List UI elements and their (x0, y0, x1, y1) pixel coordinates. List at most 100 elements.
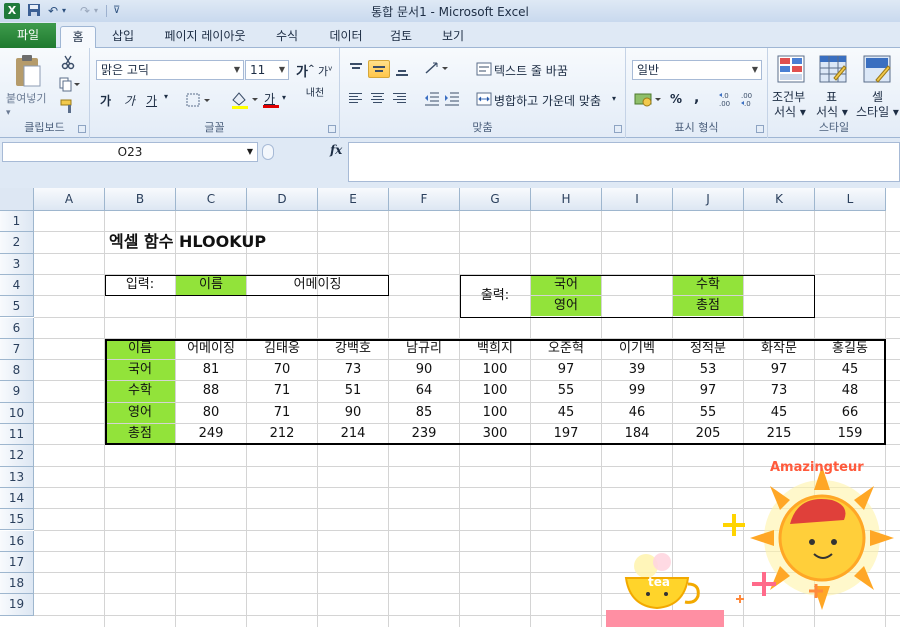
table-cell[interactable]: 64 (389, 381, 459, 401)
column-header-d[interactable]: D (247, 188, 318, 211)
output-key-total[interactable]: 총점 (673, 296, 743, 317)
merge-center-button[interactable]: 병합하고 가운데 맞춤 (494, 92, 601, 109)
table-cell[interactable]: 97 (673, 381, 743, 401)
table-cell[interactable]: 97 (531, 360, 601, 380)
align-left-icon[interactable] (348, 92, 364, 106)
table-cell[interactable]: 55 (673, 403, 743, 423)
tab-formulas[interactable]: 수식 (272, 26, 302, 48)
row-header-17[interactable]: 17 (0, 551, 34, 574)
column-header-g[interactable]: G (460, 188, 531, 211)
clipboard-launcher-icon[interactable] (78, 125, 86, 133)
copy-icon[interactable] (58, 76, 80, 95)
row-header-14[interactable]: 14 (0, 487, 34, 510)
paste-dropdown-icon[interactable]: ▾ (6, 108, 11, 118)
table-header-name[interactable]: 오준혁 (531, 339, 601, 359)
row-header-1[interactable]: 1 (0, 211, 34, 233)
table-header-name[interactable]: 이기벡 (602, 339, 672, 359)
row-header-9[interactable]: 9 (0, 381, 34, 403)
paste-button[interactable]: 붙여넣기 (6, 90, 46, 106)
format-painter-icon[interactable] (60, 98, 76, 117)
underline-button[interactable]: 가 (146, 92, 157, 109)
tab-file[interactable]: 파일 (0, 23, 56, 48)
align-right-icon[interactable] (392, 92, 408, 106)
chevron-down-icon[interactable]: ▾ (612, 94, 616, 103)
table-cell[interactable]: 300 (460, 424, 530, 444)
wrap-text-button[interactable]: 텍스트 줄 바꿈 (494, 62, 568, 79)
table-cell[interactable]: 85 (389, 403, 459, 423)
output-value-korean[interactable] (602, 275, 672, 295)
conditional-format-icon[interactable] (776, 54, 806, 87)
row-header-8[interactable]: 8 (0, 360, 34, 382)
formula-input[interactable] (348, 142, 900, 182)
expand-handle-icon[interactable] (262, 144, 274, 160)
underline-dropdown-icon[interactable]: ▾ (164, 92, 168, 101)
row-header-5[interactable]: 5 (0, 296, 34, 318)
format-table-icon[interactable] (818, 54, 848, 87)
table-cell[interactable]: 48 (815, 381, 885, 401)
table-cell[interactable]: 214 (318, 424, 388, 444)
table-row-label[interactable]: 영어 (105, 402, 175, 423)
table-cell[interactable]: 212 (247, 424, 317, 444)
table-header-name[interactable]: 화작문 (744, 339, 814, 359)
table-cell[interactable]: 51 (318, 381, 388, 401)
cut-icon[interactable] (60, 54, 76, 73)
column-header-l[interactable]: L (815, 188, 886, 211)
number-format-combo[interactable]: 일반 ▼ (632, 60, 762, 80)
table-cell[interactable]: 71 (247, 403, 317, 423)
tab-view[interactable]: 보기 (438, 26, 468, 48)
row-header-13[interactable]: 13 (0, 466, 34, 488)
table-header-name[interactable]: 어메이징 (176, 339, 246, 359)
row-header-16[interactable]: 16 (0, 530, 34, 552)
phonetic-button[interactable]: 내천 (304, 88, 326, 99)
output-key-english[interactable]: 영어 (531, 296, 601, 317)
format-table-sub[interactable]: 서식 ▾ (816, 103, 848, 120)
table-header-name[interactable]: 홍길동 (815, 339, 885, 359)
orientation-icon[interactable] (424, 60, 450, 79)
align-center-icon[interactable] (370, 92, 386, 106)
conditional-format-sub[interactable]: 서식 ▾ (774, 103, 806, 120)
table-cell[interactable]: 71 (247, 381, 317, 401)
output-value-english[interactable] (602, 296, 672, 316)
align-top-icon[interactable] (348, 62, 364, 76)
table-cell[interactable]: 197 (531, 424, 601, 444)
table-cell[interactable]: 70 (247, 360, 317, 380)
chevron-down-icon[interactable]: ▼ (752, 61, 758, 79)
table-row-label[interactable]: 총점 (105, 424, 175, 445)
table-cell[interactable]: 66 (815, 403, 885, 423)
table-cell[interactable]: 39 (602, 360, 672, 380)
row-header-4[interactable]: 4 (0, 274, 34, 297)
alignment-launcher-icon[interactable] (614, 125, 622, 133)
table-header-name[interactable]: 김태웅 (247, 339, 317, 359)
table-cell[interactable]: 90 (389, 360, 459, 380)
tab-page-layout[interactable]: 페이지 레이아웃 (160, 26, 250, 48)
table-cell[interactable]: 81 (176, 360, 246, 380)
font-launcher-icon[interactable] (328, 125, 336, 133)
table-cell[interactable]: 45 (744, 403, 814, 423)
column-header-h[interactable]: H (531, 188, 602, 211)
cell-styles-icon[interactable] (862, 54, 892, 87)
output-value-total[interactable] (744, 296, 814, 316)
table-cell[interactable]: 73 (744, 381, 814, 401)
align-middle-icon[interactable] (368, 60, 390, 78)
align-bottom-icon[interactable] (394, 62, 410, 76)
chevron-down-icon[interactable]: ▼ (279, 61, 285, 79)
table-cell[interactable]: 45 (815, 360, 885, 380)
currency-icon[interactable] (634, 90, 664, 111)
row-header-12[interactable]: 12 (0, 445, 34, 467)
chevron-down-icon[interactable]: ▼ (247, 143, 253, 161)
column-header-k[interactable]: K (744, 188, 815, 211)
fill-color-icon[interactable] (230, 90, 260, 113)
table-header-name[interactable]: 강백호 (318, 339, 388, 359)
column-header-f[interactable]: F (389, 188, 460, 211)
percent-button[interactable]: % (670, 92, 682, 106)
tab-home[interactable]: 홈 (60, 26, 96, 49)
table-row-label[interactable]: 수학 (105, 381, 175, 402)
increase-decimal-icon[interactable]: .0.00 (718, 90, 738, 111)
table-cell[interactable]: 99 (602, 381, 672, 401)
table-cell[interactable]: 53 (673, 360, 743, 380)
decrease-decimal-icon[interactable]: .00.0 (740, 90, 760, 111)
column-header-j[interactable]: J (673, 188, 744, 211)
paste-icon[interactable] (10, 54, 44, 90)
row-header-2[interactable]: 2 (0, 232, 34, 254)
comma-button[interactable]: , (694, 90, 699, 106)
